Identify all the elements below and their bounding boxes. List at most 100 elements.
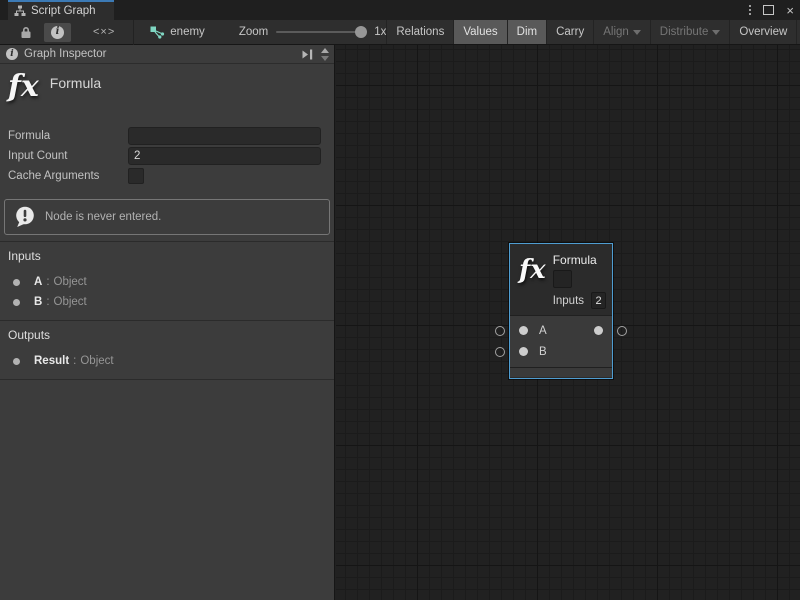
input-port-b-outer-ring[interactable]	[495, 347, 505, 357]
node-title: Formula	[553, 254, 606, 267]
warning-bubble-icon	[13, 205, 37, 229]
tab-script-graph[interactable]: Script Graph	[8, 0, 114, 20]
port-dot-icon	[13, 299, 20, 306]
outputs-section: Outputs Result : Object	[0, 321, 334, 373]
chevron-down-icon	[633, 30, 641, 35]
graph-name: enemy	[170, 26, 205, 38]
toolbar-left-group: i <×> enemy Zoom	[0, 20, 386, 44]
port-name: B	[34, 296, 42, 308]
warning-box: Node is never entered.	[4, 199, 330, 235]
dock-panel-icon[interactable]	[301, 49, 314, 60]
inspector-header: i Graph Inspector	[0, 45, 334, 64]
scroll-down-icon[interactable]	[321, 56, 329, 61]
formula-fx-icon: fx	[8, 70, 39, 104]
window-close-icon[interactable]: ×	[786, 4, 794, 17]
zoom-value: 1x	[374, 26, 386, 38]
cache-arguments-checkbox[interactable]	[128, 168, 144, 184]
align-dropdown: Align	[593, 20, 650, 44]
graph-toolbar: i <×> enemy Zoom	[0, 20, 800, 45]
input-port-a-outer-ring[interactable]	[495, 326, 505, 336]
toolbar-right-group: Relations Values Dim Carry Align Distrib…	[386, 20, 800, 44]
edit-script-button[interactable]: <×>	[93, 26, 115, 38]
graph-canvas[interactable]: fx Formula Inputs 2 A	[336, 45, 800, 600]
input-count-input[interactable]	[128, 147, 321, 165]
node-footer	[510, 367, 612, 377]
chevron-down-icon	[712, 30, 720, 35]
scroll-up-icon[interactable]	[321, 48, 329, 53]
zoom-slider[interactable]	[276, 31, 366, 33]
formula-field-row: Formula	[8, 126, 321, 146]
outputs-section-title: Outputs	[8, 328, 326, 342]
fullscreen-button[interactable]: Full Screen	[796, 20, 800, 44]
warning-text: Node is never entered.	[45, 211, 161, 223]
cache-arguments-row: Cache Arguments	[8, 166, 321, 186]
zoom-label: Zoom	[239, 26, 268, 38]
graph-inspector-panel: i Graph Inspector fx Formula	[0, 45, 335, 600]
graph-breadcrumb[interactable]: enemy	[150, 26, 205, 39]
zoom-control: Zoom 1x	[239, 26, 387, 38]
lock-icon[interactable]	[20, 26, 32, 39]
carry-button[interactable]: Carry	[546, 20, 593, 44]
input-port-row-b: B : Object	[8, 292, 326, 312]
input-port-a-icon[interactable]	[519, 326, 528, 335]
formula-node-body: A B	[510, 316, 612, 367]
node-inputs-count-field[interactable]: 2	[591, 292, 606, 309]
script-graph-window: Script Graph × i <×>	[0, 0, 800, 600]
window-menu-icon[interactable]	[749, 5, 751, 15]
inputs-section-title: Inputs	[8, 249, 326, 263]
cache-arguments-label: Cache Arguments	[8, 170, 128, 182]
input-port-b-icon[interactable]	[519, 347, 528, 356]
graph-asset-icon	[150, 26, 165, 39]
inputs-section: Inputs A : Object B : Object	[0, 242, 334, 314]
inspector-node-title: Formula	[50, 75, 101, 91]
window-maximize-icon[interactable]	[763, 5, 774, 15]
values-button[interactable]: Values	[453, 20, 506, 44]
info-icon: i	[51, 26, 64, 39]
panel-scroll-spinner[interactable]	[318, 46, 332, 63]
distribute-label: Distribute	[660, 26, 709, 38]
tab-label: Script Graph	[31, 5, 96, 17]
overview-button[interactable]: Overview	[729, 20, 796, 44]
formula-field-label: Formula	[8, 130, 128, 142]
relations-button[interactable]: Relations	[386, 20, 453, 44]
align-label: Align	[603, 26, 629, 38]
port-separator: :	[46, 276, 49, 288]
port-dot-icon	[13, 358, 20, 365]
toolbar-separator	[133, 20, 134, 45]
dim-button[interactable]: Dim	[507, 20, 546, 44]
node-port-label: B	[539, 346, 547, 358]
tab-bar: Script Graph ×	[0, 0, 800, 21]
node-port-row-a: A	[510, 320, 612, 341]
input-count-label: Input Count	[8, 150, 128, 162]
inspector-header-title: Graph Inspector	[24, 48, 106, 60]
port-type: Object	[80, 355, 113, 367]
distribute-dropdown: Distribute	[650, 20, 730, 44]
formula-input[interactable]	[128, 127, 321, 145]
window-controls: ×	[749, 0, 794, 20]
formula-fx-icon: fx	[519, 256, 546, 315]
input-count-row: Input Count	[8, 146, 321, 166]
zoom-slider-handle[interactable]	[355, 26, 367, 38]
node-title-block: fx Formula	[0, 64, 334, 118]
info-icon: i	[6, 48, 18, 60]
output-port-row-result: Result : Object	[8, 351, 326, 371]
graph-hierarchy-icon	[14, 5, 26, 17]
port-name: A	[34, 276, 42, 288]
output-port-result-outer-ring[interactable]	[617, 326, 627, 336]
input-port-row-a: A : Object	[8, 272, 326, 292]
section-divider	[0, 379, 334, 380]
port-separator: :	[73, 355, 76, 367]
output-port-result-icon[interactable]	[594, 326, 603, 335]
port-name: Result	[34, 355, 69, 367]
port-type: Object	[54, 296, 87, 308]
port-type: Object	[54, 276, 87, 288]
node-fields: Formula Input Count Cache Arguments	[0, 118, 334, 188]
formula-node[interactable]: fx Formula Inputs 2 A	[509, 243, 613, 379]
node-port-row-b: B	[510, 341, 612, 362]
port-separator: :	[46, 296, 49, 308]
node-formula-field[interactable]	[553, 270, 572, 288]
node-inputs-label: Inputs	[553, 295, 584, 307]
inspector-toggle-button[interactable]: i	[44, 23, 71, 42]
port-dot-icon	[13, 279, 20, 286]
node-port-label: A	[539, 325, 547, 337]
